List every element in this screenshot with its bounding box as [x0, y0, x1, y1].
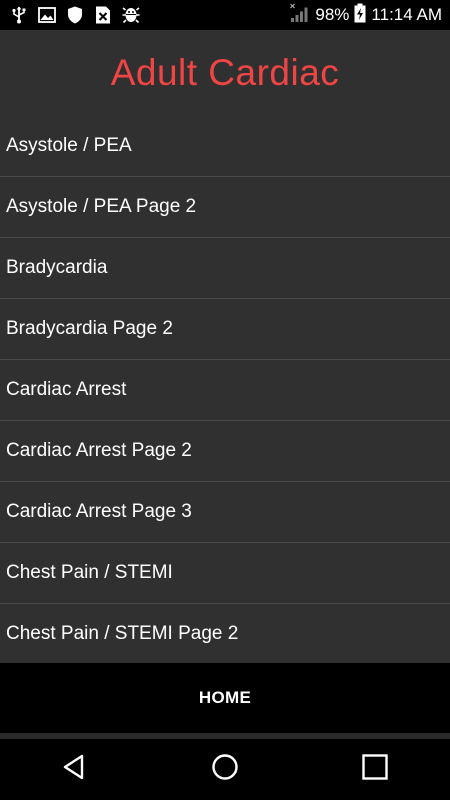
list-item[interactable]: Bradycardia	[0, 238, 450, 299]
nav-home-button[interactable]	[195, 745, 255, 795]
footer-bar: HOME	[0, 663, 450, 733]
protocol-list: Asystole / PEA Asystole / PEA Page 2 Bra…	[0, 116, 450, 663]
list-item-label: Cardiac Arrest	[6, 379, 127, 400]
usb-icon	[10, 6, 28, 24]
signal-icon	[290, 3, 310, 28]
app-screen: 98% 11:14 AM Adult Cardiac Asystole / PE…	[0, 0, 450, 800]
list-item-label: Cardiac Arrest Page 2	[6, 440, 192, 461]
battery-percent: 98%	[315, 5, 350, 24]
notification-icons	[10, 5, 140, 25]
list-item-label: Asystole / PEA Page 2	[6, 196, 197, 217]
status-bar: 98% 11:14 AM	[0, 0, 450, 30]
clock: 11:14 AM	[371, 5, 442, 24]
home-circle-icon	[211, 753, 239, 786]
list-item[interactable]: Asystole / PEA Page 2	[0, 177, 450, 238]
close-box-icon	[94, 6, 112, 24]
list-item-label: Asystole / PEA	[6, 135, 132, 156]
shield-icon	[66, 6, 84, 24]
image-icon	[38, 6, 56, 24]
list-item[interactable]: Cardiac Arrest Page 3	[0, 482, 450, 543]
page-title: Adult Cardiac	[110, 52, 340, 93]
list-item-label: Chest Pain / STEMI Page 2	[6, 623, 239, 644]
list-item-label: Chest Pain / STEMI	[6, 562, 173, 583]
back-triangle-icon	[61, 753, 89, 786]
header: Adult Cardiac	[0, 30, 450, 116]
list-item[interactable]: Asystole / PEA	[0, 116, 450, 177]
battery-charging-icon	[354, 3, 366, 28]
list-item-label: Bradycardia Page 2	[6, 318, 173, 339]
home-button[interactable]: HOME	[199, 688, 251, 708]
back-button[interactable]	[45, 745, 105, 795]
recents-square-icon	[361, 753, 389, 786]
list-item-label: Cardiac Arrest Page 3	[6, 501, 192, 522]
system-status: 98% 11:14 AM	[290, 3, 442, 28]
android-debug-icon	[122, 6, 140, 24]
list-item[interactable]: Bradycardia Page 2	[0, 299, 450, 360]
list-item[interactable]: Cardiac Arrest Page 2	[0, 421, 450, 482]
list-item[interactable]: Chest Pain / STEMI	[0, 543, 450, 604]
list-item-label: Bradycardia	[6, 257, 108, 278]
recents-button[interactable]	[345, 745, 405, 795]
list-item[interactable]: Chest Pain / STEMI Page 2	[0, 604, 450, 663]
list-item[interactable]: Cardiac Arrest	[0, 360, 450, 421]
system-nav-bar	[0, 739, 450, 800]
